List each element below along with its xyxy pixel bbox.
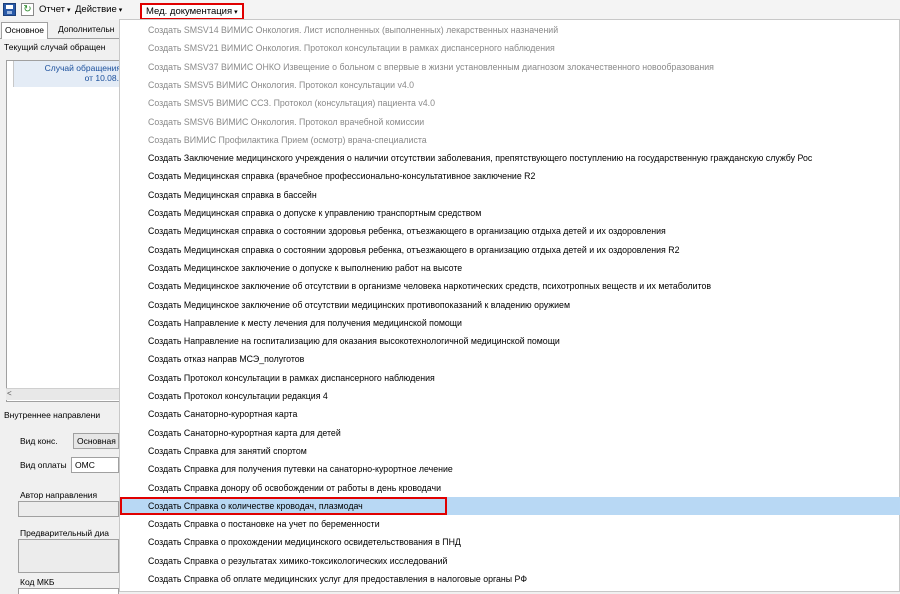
action-menu[interactable]: Действие ▾ bbox=[75, 4, 122, 15]
menu-item[interactable]: Создать Протокол консультации редакция 4 bbox=[148, 387, 328, 405]
grid-header-line2: от 10.08. bbox=[84, 73, 119, 83]
refresh-icon[interactable]: ↻ bbox=[21, 3, 34, 16]
horizontal-scrollbar[interactable]: < bbox=[6, 388, 119, 400]
menu-item[interactable]: Создать Медицинская справка о допуске к … bbox=[148, 204, 481, 222]
author-label: Автор направления bbox=[20, 490, 98, 500]
save-icon[interactable] bbox=[3, 3, 16, 16]
menu-item[interactable]: Создать Справка об оплате медицинских ус… bbox=[148, 570, 527, 588]
chevron-down-icon: ▾ bbox=[234, 9, 238, 16]
menu-item[interactable]: Создать ВИМИС Профилактика Прием (осмотр… bbox=[148, 131, 427, 149]
mkb-label: Код МКБ bbox=[20, 577, 55, 587]
menu-item[interactable]: Создать SMSV5 ВИМИС Онкология. Протокол … bbox=[148, 76, 414, 94]
menu-item[interactable]: Создать Медицинская справка о состоянии … bbox=[148, 241, 680, 259]
grid-header-line1: Случай обращения bbox=[44, 63, 121, 73]
internal-referral-label: Внутреннее направлени bbox=[4, 410, 101, 420]
menu-item[interactable]: Создать Санаторно-курортная карта bbox=[148, 405, 297, 423]
menu-item[interactable]: Создать SMSV14 ВИМИС Онкология. Лист исп… bbox=[148, 21, 558, 39]
menu-item[interactable]: Создать отказ направ МСЭ_полуготов bbox=[148, 350, 304, 368]
chevron-down-icon: ▾ bbox=[118, 7, 123, 14]
payment-type-label: Вид оплаты bbox=[20, 460, 67, 470]
report-menu[interactable]: Отчет ▾ bbox=[39, 4, 71, 15]
menu-item[interactable]: Создать Медицинская справка о состоянии … bbox=[148, 222, 666, 240]
chevron-down-icon: ▾ bbox=[67, 7, 71, 14]
menu-item[interactable]: Создать Справка для занятий спортом bbox=[148, 442, 307, 460]
tab-main[interactable]: Основное bbox=[1, 22, 48, 39]
grid-header[interactable]: Случай обращения от 10.08. bbox=[13, 61, 121, 87]
menu-item[interactable]: Создать SMSV6 ВИМИС Онкология. Протокол … bbox=[148, 113, 424, 131]
tab-strip: Основное Дополнительн bbox=[0, 22, 119, 39]
mkb-field[interactable] bbox=[18, 588, 119, 594]
menu-item[interactable]: Создать SMSV37 ВИМИС ОНКО Извещение о бо… bbox=[148, 58, 714, 76]
menu-item[interactable]: Создать Справка для получения путевки на… bbox=[148, 460, 453, 478]
menu-item[interactable]: Создать SMSV5 ВИМИС ССЗ. Протокол (консу… bbox=[148, 94, 435, 112]
report-menu-label: Отчет bbox=[39, 4, 66, 15]
left-panel: Основное Дополнительн Текущий случай обр… bbox=[0, 20, 121, 594]
med-documentation-menu-label: Мед. документация bbox=[146, 6, 233, 17]
payment-type-select[interactable]: ОМС bbox=[71, 457, 119, 473]
author-field[interactable] bbox=[18, 501, 119, 517]
menu-item[interactable]: Создать Справка донору об освобождении о… bbox=[148, 479, 441, 497]
menu-item[interactable]: Создать Направление к месту лечения для … bbox=[148, 314, 462, 332]
toolbar: ↻ Отчет ▾ Действие ▾ Мед. документация ▾ bbox=[0, 0, 900, 20]
action-menu-label: Действие bbox=[75, 4, 117, 15]
tab-additional[interactable]: Дополнительн bbox=[55, 22, 123, 37]
med-documentation-menu[interactable]: Мед. документация ▾ bbox=[140, 3, 244, 20]
med-documentation-dropdown: Создать SMSV14 ВИМИС Онкология. Лист исп… bbox=[119, 19, 900, 592]
menu-item[interactable]: Создать Протокол консультации в рамках д… bbox=[148, 369, 435, 387]
menu-item[interactable]: Создать Направление на госпитализацию дл… bbox=[148, 332, 560, 350]
case-grid[interactable]: Случай обращения от 10.08. bbox=[6, 60, 121, 402]
menu-item[interactable]: Создать Справка о результатах химико-ток… bbox=[148, 552, 447, 570]
menu-item[interactable]: Создать Медицинское заключение об отсутс… bbox=[148, 296, 570, 314]
menu-item[interactable]: Создать Медицинское заключение об отсутс… bbox=[148, 277, 711, 295]
highlight-annotation-box bbox=[120, 497, 447, 515]
menu-item[interactable]: Создать Медицинское заключение о допуске… bbox=[148, 259, 462, 277]
current-case-label: Текущий случай обращен bbox=[4, 42, 106, 52]
menu-item[interactable]: Создать Справка о прохождении медицинско… bbox=[148, 533, 461, 551]
menu-item[interactable]: Создать Медицинская справка (врачебное п… bbox=[148, 167, 535, 185]
menu-item[interactable]: Создать SMSV21 ВИМИС Онкология. Протокол… bbox=[148, 39, 555, 57]
menu-item[interactable]: Создать Заключение медицинского учрежден… bbox=[148, 149, 812, 167]
cons-type-label: Вид конс. bbox=[20, 436, 58, 446]
prelim-diag-label: Предварительный диа bbox=[20, 528, 109, 538]
menu-item[interactable]: Создать Медицинская справка в бассейн bbox=[148, 186, 317, 204]
cons-type-select[interactable]: Основная bbox=[73, 433, 119, 449]
menu-item[interactable]: Создать Санаторно-курортная карта для де… bbox=[148, 424, 341, 442]
scroll-left-icon[interactable]: < bbox=[7, 389, 12, 398]
menu-item[interactable]: Создать Справка о постановке на учет по … bbox=[148, 515, 380, 533]
prelim-diag-field[interactable] bbox=[18, 539, 119, 573]
